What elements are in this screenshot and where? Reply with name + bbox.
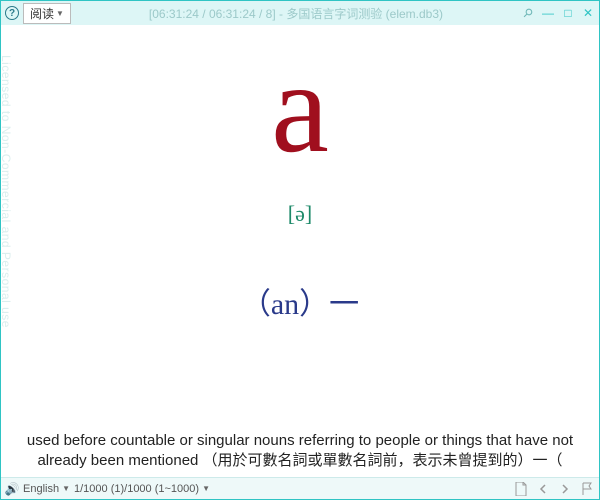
close-button[interactable]: ✕ <box>581 6 595 20</box>
flag-icon[interactable] <box>579 481 595 497</box>
maximize-button[interactable]: □ <box>561 6 575 20</box>
definition: used before countable or singular nouns … <box>11 431 589 472</box>
chevron-down-icon: ▼ <box>56 9 64 18</box>
next-icon[interactable] <box>557 481 573 497</box>
titlebar: ? 阅读 ▼ [06:31:24 / 06:31:24 / 8] - 多国语言字… <box>1 1 599 25</box>
speaker-icon[interactable]: 🔊 <box>5 482 19 496</box>
prev-icon[interactable] <box>535 481 551 497</box>
flashcard: a [ə] （an）一 used before countable or sin… <box>1 25 599 477</box>
language-dropdown[interactable]: English ▼ <box>23 483 70 495</box>
range-dropdown[interactable]: 1/1000 (1)/1000 (1~1000) ▼ <box>74 483 210 495</box>
statusbar: 🔊 English ▼ 1/1000 (1)/1000 (1~1000) ▼ <box>1 477 599 499</box>
pin-icon[interactable]: ⚲ <box>518 3 538 23</box>
chevron-down-icon: ▼ <box>202 484 210 493</box>
alternate-form: （an）一 <box>241 279 359 323</box>
minimize-button[interactable]: — <box>541 6 555 20</box>
mode-dropdown[interactable]: 阅读 ▼ <box>23 3 71 24</box>
content-area: Licensed to Non-Commercial and Personal … <box>1 25 599 477</box>
help-icon[interactable]: ? <box>5 6 19 20</box>
document-icon[interactable] <box>513 481 529 497</box>
chevron-down-icon: ▼ <box>62 484 70 493</box>
mode-label: 阅读 <box>30 5 54 22</box>
phonetic: [ə] <box>288 201 312 227</box>
headword: a <box>271 43 329 173</box>
language-label: English <box>23 483 59 495</box>
window-title: [06:31:24 / 06:31:24 / 8] - 多国语言字词测验 (el… <box>71 5 521 22</box>
range-label: 1/1000 (1)/1000 (1~1000) <box>74 483 199 495</box>
